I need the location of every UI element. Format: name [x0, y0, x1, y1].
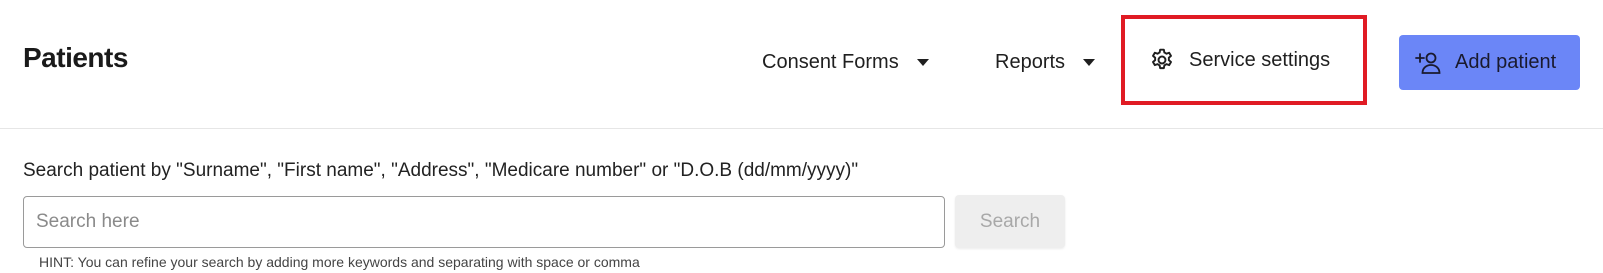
- reports-dropdown[interactable]: Reports: [995, 46, 1096, 78]
- search-button[interactable]: Search: [955, 195, 1065, 248]
- page-header: Patients Consent Forms Reports Service s…: [0, 0, 1603, 129]
- search-input[interactable]: [23, 196, 945, 248]
- consent-forms-dropdown[interactable]: Consent Forms: [762, 46, 929, 78]
- add-patient-label: Add patient: [1455, 51, 1557, 73]
- reports-label: Reports: [995, 50, 1066, 73]
- page-title: Patients: [23, 42, 128, 73]
- person-add-icon: [1415, 52, 1441, 74]
- gear-icon: [1152, 48, 1172, 70]
- service-settings-button[interactable]: Service settings: [1121, 15, 1367, 105]
- add-patient-button[interactable]: Add patient: [1399, 35, 1580, 90]
- consent-forms-label: Consent Forms: [762, 50, 899, 73]
- caret-down-icon: [1083, 58, 1096, 66]
- search-instructions-label: Search patient by "Surname", "First name…: [23, 160, 859, 181]
- service-settings-label: Service settings: [1189, 48, 1331, 71]
- caret-down-icon: [916, 58, 929, 66]
- search-hint: HINT: You can refine your search by addi…: [39, 254, 640, 270]
